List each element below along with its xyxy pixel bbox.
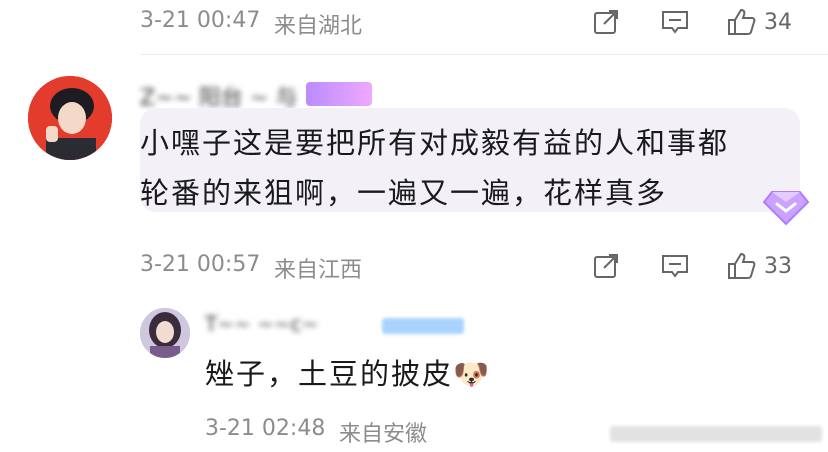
like-button[interactable]: 34: [726, 4, 792, 40]
share-button[interactable]: [592, 248, 620, 284]
comment-icon: [662, 255, 688, 278]
avatar[interactable]: [140, 308, 190, 358]
comment-time: 3-21 00:57: [140, 252, 261, 277]
like-button[interactable]: 33: [726, 248, 792, 284]
comment-time: 3-21 00:47: [140, 8, 261, 33]
main-comment-meta: 3-21 00:57 来自江西 33: [0, 244, 828, 288]
vip-badge: [382, 318, 464, 334]
comment-button[interactable]: [660, 4, 690, 40]
comment-location: 来自江西: [274, 258, 363, 283]
comment-content: 小嘿子这是要把所有对成毅有益的人和事都 轮番的来狙啊，一遍又一遍，花样真多: [140, 118, 790, 218]
reply-actions[interactable]: [610, 426, 822, 442]
vip-badge: [306, 82, 372, 106]
like-count: 33: [764, 253, 792, 279]
username[interactable]: T~~ ~~c~: [205, 312, 318, 336]
reply-location: 来自安徽: [339, 422, 428, 447]
like-thumb-icon: [728, 252, 756, 279]
comment-button[interactable]: [660, 248, 690, 284]
comment-location: 来自湖北: [274, 14, 363, 39]
avatar[interactable]: [28, 76, 112, 160]
share-icon: [594, 10, 618, 34]
reply-content: 矬子，土豆的披皮🐶: [205, 357, 492, 391]
diamond-vip-icon: [760, 184, 812, 232]
reply-time: 3-21 02:48: [205, 416, 326, 441]
comment-line-2: 轮番的来狙啊，一遍又一遍，花样真多: [140, 176, 668, 210]
comment-line-1: 小嘿子这是要把所有对成毅有益的人和事都: [140, 126, 730, 160]
like-count: 34: [764, 9, 792, 35]
share-button[interactable]: [592, 4, 620, 40]
comment-icon: [662, 11, 688, 34]
reply-meta: 3-21 02:48 来自安徽: [0, 408, 828, 452]
share-icon: [594, 254, 618, 278]
like-thumb-icon: [728, 8, 756, 35]
divider: [140, 54, 828, 55]
top-comment-meta: 3-21 00:47 来自湖北 34: [0, 0, 828, 44]
